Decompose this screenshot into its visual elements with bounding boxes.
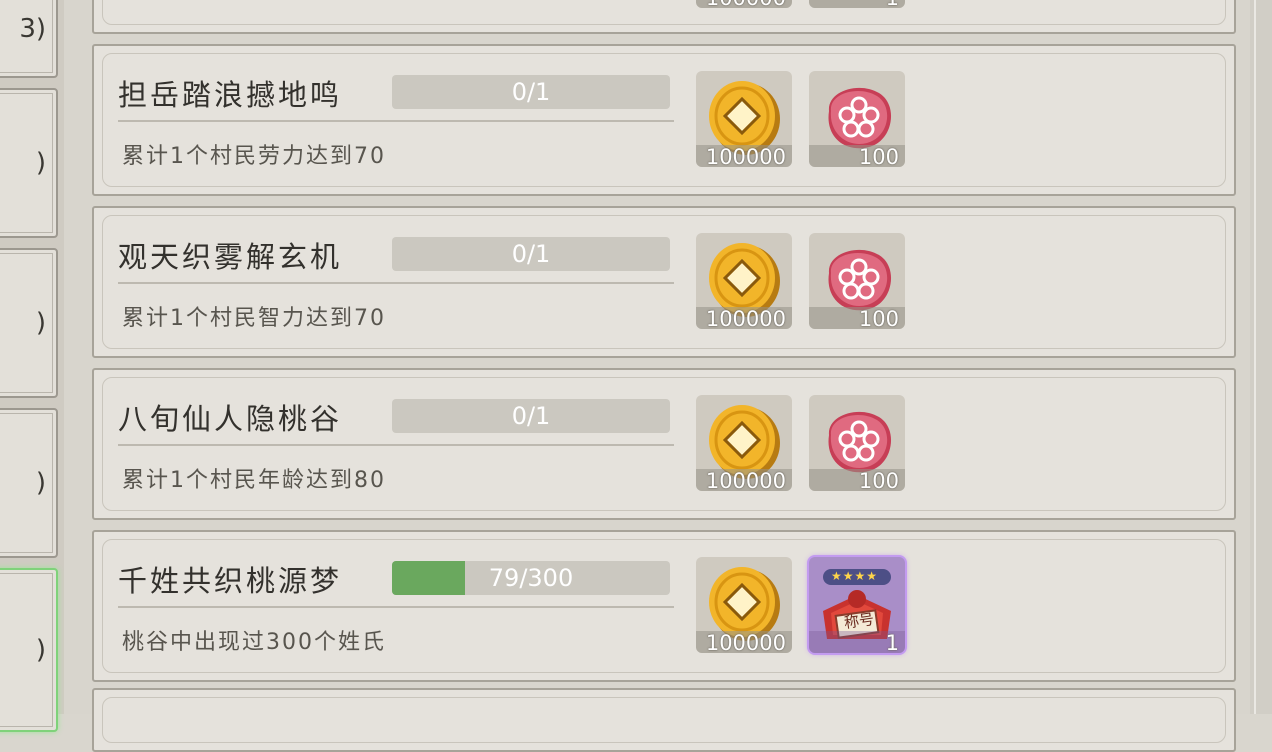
progress-text: 0/1 bbox=[511, 402, 551, 430]
progress-bar: 0/1 bbox=[392, 237, 670, 271]
achievement-title: 观天织雾解玄机 bbox=[118, 240, 343, 274]
achievement-description: 累计1个村民劳力达到70 bbox=[122, 144, 386, 169]
achievement-description: 桃谷中出现过300个姓氏 bbox=[122, 630, 386, 655]
card-inner-border bbox=[102, 0, 1226, 25]
achievement-card-partial bbox=[92, 688, 1236, 752]
reward-slot[interactable]: 100000 bbox=[696, 71, 792, 167]
reward-slot[interactable]: 100000 bbox=[696, 395, 792, 491]
reward-count: 100000 bbox=[706, 0, 786, 8]
card-inner-border bbox=[102, 697, 1226, 743]
achievement-card[interactable]: 千姓共织桃源梦 79/300 桃谷中出现过300个姓氏 100000 ★★★★ … bbox=[92, 530, 1236, 682]
reward-count: 1 bbox=[885, 631, 899, 653]
reward-count: 100 bbox=[858, 469, 899, 491]
reward-count: 100 bbox=[858, 307, 899, 329]
scrollbar-track[interactable] bbox=[1250, 0, 1272, 714]
reward-count: 100000 bbox=[705, 631, 786, 653]
achievement-card[interactable]: 八旬仙人隐桃谷 0/1 累计1个村民年龄达到80 100000 100 bbox=[92, 368, 1236, 520]
category-tab-text: 3) bbox=[19, 14, 46, 44]
category-tab-text: ) bbox=[35, 308, 46, 338]
achievement-description: 累计1个村民智力达到70 bbox=[122, 306, 386, 331]
reward-slot[interactable]: 1 bbox=[809, 0, 905, 8]
reward-count: 100000 bbox=[705, 307, 786, 329]
progress-text: 0/1 bbox=[511, 78, 551, 106]
scrollbar-line bbox=[1254, 0, 1256, 714]
achievement-title: 担岳踏浪撼地鸣 bbox=[118, 78, 343, 112]
divider bbox=[118, 444, 674, 446]
progress-text: 79/300 bbox=[488, 564, 574, 592]
category-tab[interactable]: ) bbox=[0, 408, 58, 558]
progress-bar: 79/300 bbox=[392, 561, 670, 595]
achievement-title: 千姓共织桃源梦 bbox=[118, 564, 343, 598]
category-tab-text: ) bbox=[35, 635, 46, 665]
progress-bar: 0/1 bbox=[392, 75, 670, 109]
reward-slot[interactable]: ★★★★ 称号 1 bbox=[809, 557, 905, 653]
category-tab[interactable]: ) bbox=[0, 248, 58, 398]
reward-slot[interactable]: 100 bbox=[809, 395, 905, 491]
reward-slot[interactable]: 100000 bbox=[696, 557, 792, 653]
category-tab[interactable]: 3) bbox=[0, 0, 58, 78]
achievement-card[interactable]: 担岳踏浪撼地鸣 0/1 累计1个村民劳力达到70 100000 100 bbox=[92, 44, 1236, 196]
achievement-card[interactable]: 观天织雾解玄机 0/1 累计1个村民智力达到70 100000 100 bbox=[92, 206, 1236, 358]
divider bbox=[118, 120, 674, 122]
achievement-title: 八旬仙人隐桃谷 bbox=[118, 402, 343, 436]
reward-count: 100000 bbox=[705, 469, 786, 491]
progress-bar: 0/1 bbox=[392, 399, 670, 433]
reward-count: 1 bbox=[886, 0, 899, 8]
category-tab-text: ) bbox=[35, 468, 46, 498]
reward-label: 称号 bbox=[842, 609, 876, 632]
reward-slot[interactable]: 100 bbox=[809, 71, 905, 167]
category-tab-selected[interactable]: ) bbox=[0, 568, 58, 732]
reward-count: 100000 bbox=[705, 145, 786, 167]
category-tab[interactable]: ) bbox=[0, 88, 58, 238]
divider bbox=[118, 606, 674, 608]
achievement-description: 累计1个村民年龄达到80 bbox=[122, 468, 386, 493]
category-tab-text: ) bbox=[35, 148, 46, 178]
reward-count: 100 bbox=[858, 145, 899, 167]
category-tab-strip: 3) ) ) ) ) bbox=[0, 0, 64, 732]
achievement-card-partial: 100000 1 bbox=[92, 0, 1236, 34]
reward-slot[interactable]: 100000 bbox=[696, 233, 792, 329]
reward-slot[interactable]: 100000 bbox=[696, 0, 792, 8]
reward-stars: ★★★★ bbox=[831, 569, 879, 583]
divider bbox=[118, 282, 674, 284]
reward-slot[interactable]: 100 bbox=[809, 233, 905, 329]
progress-text: 0/1 bbox=[511, 240, 551, 268]
